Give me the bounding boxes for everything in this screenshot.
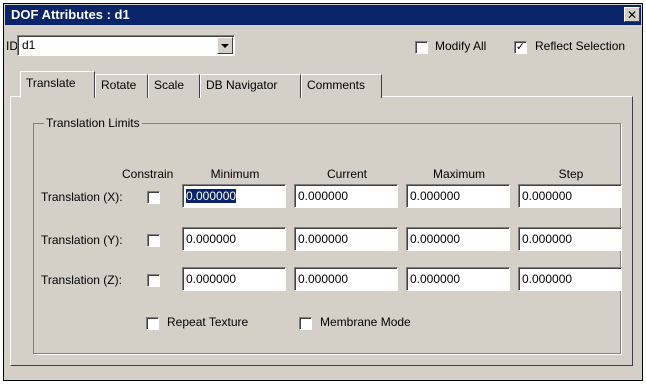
constrain-y-checkbox[interactable] <box>147 234 160 247</box>
tab-db-navigator[interactable]: DB Navigator <box>200 74 301 98</box>
maximum-y-value: 0.000000 <box>410 232 461 246</box>
tab-rotate[interactable]: Rotate <box>95 74 148 98</box>
column-header-constrain: Constrain <box>122 167 174 181</box>
reflect-selection-checkbox[interactable]: ✓ <box>514 41 527 54</box>
repeat-texture-checkbox[interactable] <box>146 317 159 330</box>
minimum-x-value: 0.000000 <box>186 189 237 203</box>
current-x-value: 0.000000 <box>298 189 349 203</box>
row-label-x: Translation (X): <box>41 190 123 204</box>
maximum-y-input[interactable]: 0.000000 <box>406 227 510 251</box>
id-combobox[interactable]: d1 <box>17 35 235 56</box>
window-title: DOF Attributes : d1 <box>11 7 130 22</box>
row-label-z: Translation (Z): <box>41 273 122 287</box>
modify-all-checkbox[interactable] <box>415 41 428 54</box>
tab-scale[interactable]: Scale <box>148 74 200 98</box>
chevron-down-icon[interactable] <box>217 37 233 54</box>
membrane-mode-checkbox[interactable] <box>299 317 312 330</box>
minimum-z-value: 0.000000 <box>186 272 237 286</box>
step-x-value: 0.000000 <box>522 189 573 203</box>
current-y-input[interactable]: 0.000000 <box>294 227 398 251</box>
maximum-z-input[interactable]: 0.000000 <box>406 267 510 291</box>
step-z-value: 0.000000 <box>522 272 573 286</box>
step-z-input[interactable]: 0.000000 <box>518 267 622 291</box>
id-value: d1 <box>22 38 36 52</box>
current-y-value: 0.000000 <box>298 232 349 246</box>
repeat-texture-label: Repeat Texture <box>167 315 249 329</box>
step-y-input[interactable]: 0.000000 <box>518 227 622 251</box>
current-z-input[interactable]: 0.000000 <box>294 267 398 291</box>
reflect-selection-label: Reflect Selection <box>535 39 626 53</box>
title-bar[interactable]: DOF Attributes : d1 ✕ <box>5 5 641 25</box>
close-icon[interactable]: ✕ <box>624 7 640 22</box>
minimum-y-input[interactable]: 0.000000 <box>182 227 286 251</box>
current-x-input[interactable]: 0.000000 <box>294 184 398 208</box>
row-label-y: Translation (Y): <box>41 233 123 247</box>
tab-translate[interactable]: Translate <box>20 71 95 98</box>
column-header-maximum: Maximum <box>432 167 485 181</box>
group-title: Translation Limits <box>44 116 142 130</box>
modify-all-label: Modify All <box>435 39 487 53</box>
column-header-current: Current <box>326 167 367 181</box>
maximum-z-value: 0.000000 <box>410 272 461 286</box>
minimum-y-value: 0.000000 <box>186 232 237 246</box>
maximum-x-input[interactable]: 0.000000 <box>406 184 510 208</box>
column-header-step: Step <box>558 167 584 181</box>
tab-comments[interactable]: Comments <box>301 74 382 98</box>
step-y-value: 0.000000 <box>522 232 573 246</box>
column-header-minimum: Minimum <box>210 167 260 181</box>
minimum-z-input[interactable]: 0.000000 <box>182 267 286 291</box>
maximum-x-value: 0.000000 <box>410 189 461 203</box>
constrain-z-checkbox[interactable] <box>147 274 160 287</box>
step-x-input[interactable]: 0.000000 <box>518 184 622 208</box>
current-z-value: 0.000000 <box>298 272 349 286</box>
minimum-x-input[interactable]: 0.000000 <box>182 184 286 208</box>
constrain-x-checkbox[interactable] <box>147 191 160 204</box>
membrane-mode-label: Membrane Mode <box>320 315 411 329</box>
